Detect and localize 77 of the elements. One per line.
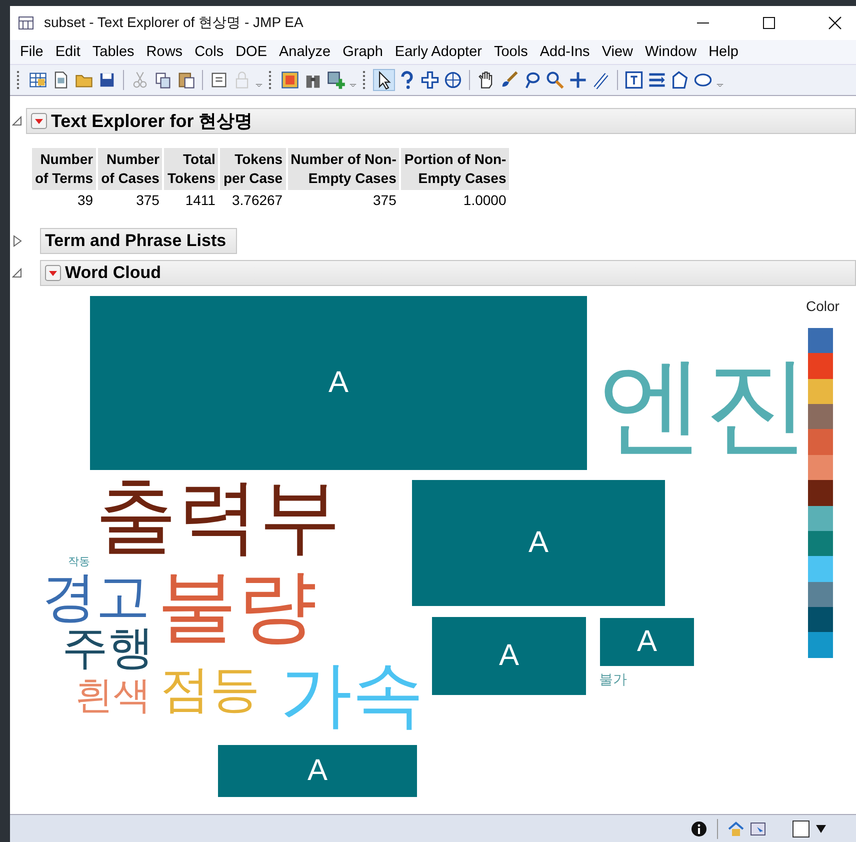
square-icon[interactable] <box>792 820 810 838</box>
menu-item[interactable]: Window <box>638 44 703 60</box>
column-header: Portion of Non- Empty Cases <box>401 148 510 190</box>
window-title: subset - Text Explorer of 현상명 - JMP EA <box>44 14 304 32</box>
word-block: A <box>432 616 586 695</box>
menu-item[interactable]: Edit <box>49 44 86 60</box>
cloud-word: 점등 <box>160 664 260 714</box>
table-icon[interactable] <box>280 70 300 90</box>
menu-item[interactable]: Analyze <box>273 44 337 60</box>
crosshair-icon[interactable] <box>420 70 440 90</box>
target-icon[interactable] <box>443 70 463 90</box>
menu-item[interactable]: Graph <box>336 44 389 60</box>
dropdown-menu-icon[interactable] <box>31 113 47 129</box>
lines-icon[interactable] <box>647 70 667 90</box>
column-header: Number of Cases <box>98 148 162 190</box>
table-cell-text: 3.76267 <box>230 190 284 210</box>
cloud-word: 가속 <box>280 658 424 730</box>
table-cell-text: 375 <box>135 190 160 210</box>
word-block: A <box>218 744 417 797</box>
column-header: Number of Non- Empty Cases <box>288 148 400 190</box>
menu-item[interactable]: File <box>14 44 50 60</box>
close-icon[interactable] <box>828 16 842 30</box>
table-cell-text: 1.0000 <box>462 190 508 210</box>
word-block: A <box>600 618 694 666</box>
menu-item[interactable]: Rows <box>140 44 189 60</box>
menu-item[interactable]: Tools <box>488 44 534 60</box>
menu-item[interactable]: Cols <box>188 44 230 60</box>
cloud-word: 작동 <box>68 556 90 567</box>
dropdown-menu-icon[interactable] <box>45 264 61 281</box>
report-title: Text Explorer for 현상명 <box>51 110 253 133</box>
collapse-triangle-icon[interactable] <box>12 115 22 127</box>
freeform-shape-icon[interactable] <box>670 70 690 90</box>
cloud-word: 불량 <box>157 566 317 646</box>
menu-item[interactable]: DOE <box>230 44 273 60</box>
paste-icon[interactable] <box>176 70 196 90</box>
section-title: Term and Phrase Lists <box>45 230 226 251</box>
column-header: Tokens per Case <box>220 148 286 190</box>
section-title: Word Cloud <box>65 262 161 283</box>
section-header[interactable]: Term and Phrase Lists <box>40 228 238 254</box>
window-icon[interactable] <box>750 820 766 836</box>
plus-icon[interactable] <box>568 70 588 90</box>
word-block: A <box>90 296 587 470</box>
copy-icon[interactable] <box>153 70 173 90</box>
cloud-word: 불가 <box>599 672 627 687</box>
app-icon <box>18 15 34 31</box>
cloud-word: 경고 <box>42 570 150 624</box>
menu-item[interactable]: Add-Ins <box>534 44 596 60</box>
menu-item[interactable]: Early Adopter <box>388 44 488 60</box>
maximize-icon[interactable] <box>762 16 776 30</box>
cloud-word: 주행 <box>62 624 154 670</box>
table-cell-text: 1411 <box>184 190 216 210</box>
info-icon[interactable] <box>691 820 707 836</box>
data-grid-icon[interactable] <box>28 70 48 90</box>
section-header[interactable]: Word Cloud <box>40 260 856 286</box>
menu-item[interactable]: Help <box>702 44 744 60</box>
word-block: A <box>412 480 665 606</box>
cloud-word: 출력부 <box>95 476 341 558</box>
column-header: Number of Terms <box>32 148 96 190</box>
cloud-word: 흰색 <box>75 676 151 714</box>
arrow-cursor-icon[interactable] <box>374 70 394 90</box>
table-cell-text: 375 <box>372 190 398 210</box>
cloud-word: 엔진 <box>598 352 810 458</box>
script-icon[interactable] <box>209 70 229 90</box>
column-header: Total Tokens <box>164 148 218 190</box>
text-box-icon[interactable] <box>624 70 644 90</box>
add-column-icon[interactable] <box>326 70 346 90</box>
collapse-triangle-icon[interactable] <box>12 266 22 279</box>
search-icon[interactable] <box>545 70 565 90</box>
legend-title: Color <box>806 298 840 314</box>
line-icon[interactable] <box>591 70 611 90</box>
menu-item[interactable]: Tables <box>86 44 140 60</box>
menu-item[interactable]: View <box>596 44 639 60</box>
report-header[interactable]: Text Explorer for 현상명 <box>26 108 856 134</box>
expand-triangle-icon[interactable] <box>12 234 22 247</box>
home-icon[interactable] <box>728 820 744 836</box>
table-cell-text: 39 <box>76 190 94 210</box>
dropdown-caret-icon[interactable] <box>816 824 826 832</box>
